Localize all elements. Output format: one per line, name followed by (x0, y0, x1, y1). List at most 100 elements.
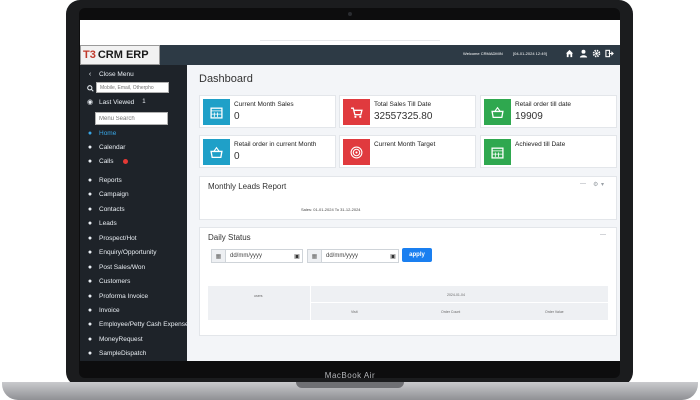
menu-bullet-icon: ● (87, 234, 93, 242)
chevron-down-icon[interactable]: ▾ (601, 181, 604, 188)
home-menu-icon: ● (87, 129, 93, 137)
sidebar-item-invoice[interactable]: ● Invoice (85, 304, 120, 316)
col-order-value: Order Value (545, 310, 564, 314)
sidebar-item-label: Leads (99, 219, 117, 227)
minimize-icon[interactable]: — (580, 181, 586, 187)
card-title: Current Month Sales (234, 101, 294, 108)
menu-bullet-icon: ● (87, 143, 93, 151)
sidebar-item-post-sales[interactable]: ● Post Sales/Won (85, 261, 145, 273)
apply-button[interactable]: apply (402, 248, 432, 262)
card-achieved-till-date[interactable]: Achieved till Date (480, 135, 617, 168)
sidebar-item-calendar[interactable]: ● Calendar (85, 141, 126, 153)
sidebar-item-money-request[interactable]: ● MoneyRequest (85, 333, 143, 345)
menu-bullet-icon: ● (87, 349, 93, 357)
close-menu-button[interactable]: ‹ Close Menu (85, 68, 134, 80)
card-retail-order-current-month[interactable]: Retail order in current Month 0 (199, 135, 336, 168)
page-title: Dashboard (199, 73, 253, 85)
card-value: 0 (234, 151, 240, 162)
top-header: T3 CRM ERP Welcome CRMADMIN [04-01-2024 … (80, 45, 620, 65)
wrench-icon[interactable]: ⚙ (593, 181, 598, 188)
sidebar-item-label: MoneyRequest (99, 335, 143, 343)
sidebar-item-customers[interactable]: ● Customers (85, 275, 131, 287)
monthly-leads-panel: Monthly Leads Report — ⚙ ▾ Sales: 01-01-… (199, 176, 617, 220)
sidebar-item-campaign[interactable]: ● Campaign (85, 188, 129, 200)
daily-status-title: Daily Status (208, 233, 251, 242)
close-menu-label: Close Menu (99, 70, 134, 78)
user-icon[interactable] (578, 49, 588, 59)
card-current-month-sales[interactable]: Current Month Sales 0 (199, 95, 336, 128)
sidebar-item-label: Prospect/Hot (99, 234, 137, 242)
table-divider (310, 286, 311, 320)
sidebar-item-home[interactable]: ● Home (85, 127, 116, 139)
gear-icon[interactable] (591, 49, 601, 59)
card-current-month-target[interactable]: Current Month Target (339, 135, 476, 168)
sidebar-item-reports[interactable]: ● Reports (85, 174, 122, 186)
basket-icon (203, 139, 230, 165)
logout-icon[interactable] (604, 49, 614, 59)
menu-bullet-icon: ● (87, 320, 93, 328)
col-order-count: Order Count (441, 310, 461, 314)
logo-text: CRM ERP (97, 49, 149, 61)
chevron-left-icon: ‹ (88, 70, 92, 78)
sidebar-item-sample-dispatch[interactable]: ● SampleDispatch (85, 347, 146, 359)
to-date-field[interactable]: ▦ dd/mm/yyyy ▣ (307, 249, 399, 263)
notification-badge (123, 158, 129, 164)
card-retail-order-till-date[interactable]: Retail order till date 19909 (480, 95, 617, 128)
cart-icon (343, 99, 370, 125)
card-value: 0 (234, 111, 240, 122)
sidebar-item-enquiry[interactable]: ● Enquiry/Opportunity (85, 246, 157, 258)
sidebar-item-label: Proforma Invoice (99, 292, 149, 300)
menu-bullet-icon: ● (87, 277, 93, 285)
card-title: Retail order in current Month (234, 141, 317, 148)
calendar-icon: ▦ (212, 250, 226, 262)
date-header: 2024-01-04 (447, 293, 465, 297)
from-date-field[interactable]: ▦ dd/mm/yyyy ▣ (211, 249, 303, 263)
app-logo[interactable]: T3 CRM ERP (80, 45, 160, 65)
calendar-icon: ▦ (308, 250, 322, 262)
sidebar-item-expense[interactable]: ● Employee/Petty Cash Expense (85, 318, 189, 330)
laptop-notch (296, 382, 404, 388)
sidebar-item-prospect[interactable]: ● Prospect/Hot (85, 232, 137, 244)
sidebar-item-calls[interactable]: ● Calls (85, 155, 129, 167)
sidebar-item-contacts[interactable]: ● Contacts (85, 203, 125, 215)
from-date-input[interactable]: dd/mm/yyyy (226, 250, 292, 262)
last-viewed-item[interactable]: ◉ Last Viewed 1 (85, 96, 146, 108)
card-title: Achieved till Date (515, 141, 566, 148)
menu-search-input[interactable] (95, 112, 168, 125)
sidebar-item-leads[interactable]: ● Leads (85, 217, 117, 229)
global-search-input[interactable] (96, 82, 169, 93)
header-datetime: [04-01-2024 12:49] (513, 51, 547, 56)
home-icon[interactable] (564, 49, 574, 59)
sidebar-item-label: SampleDispatch (99, 349, 147, 357)
card-title: Total Sales Till Date (374, 101, 432, 108)
target-icon (343, 139, 370, 165)
sidebar-item-label: Enquiry/Opportunity (99, 248, 157, 256)
menu-bullet-icon: ● (87, 248, 93, 256)
card-title: Current Month Target (374, 141, 436, 148)
search-icon (85, 83, 95, 93)
sidebar-item-label: Customers (99, 277, 131, 285)
card-total-sales[interactable]: Total Sales Till Date 32557325.80 (339, 95, 476, 128)
sidebar-item-label: Post Sales/Won (99, 263, 146, 271)
sidebar-item-label: Calls (99, 157, 114, 165)
menu-bullet-icon: ● (87, 263, 93, 271)
sidebar-item-label: Campaign (99, 190, 129, 198)
menu-bullet-icon: ● (87, 306, 93, 314)
sidebar-item-label: Reports (99, 176, 122, 184)
menu-bullet-icon: ● (87, 190, 93, 198)
col-visit: Visit (351, 310, 358, 314)
menu-bullet-icon: ● (87, 292, 93, 300)
sidebar-item-label: Contacts (99, 205, 125, 213)
table-divider (311, 302, 608, 303)
calendar-icon (203, 99, 230, 125)
last-viewed-count: 1 (142, 99, 146, 105)
eye-icon: ◉ (86, 99, 94, 106)
menu-bullet-icon: ● (87, 176, 93, 184)
browser-top-area (80, 20, 620, 45)
date-picker-icon[interactable]: ▣ (292, 250, 302, 262)
date-picker-icon[interactable]: ▣ (388, 250, 398, 262)
minimize-icon[interactable]: — (600, 232, 606, 238)
to-date-input[interactable]: dd/mm/yyyy (322, 250, 388, 262)
browser-divider (260, 40, 440, 41)
sidebar-item-proforma[interactable]: ● Proforma Invoice (85, 290, 148, 302)
